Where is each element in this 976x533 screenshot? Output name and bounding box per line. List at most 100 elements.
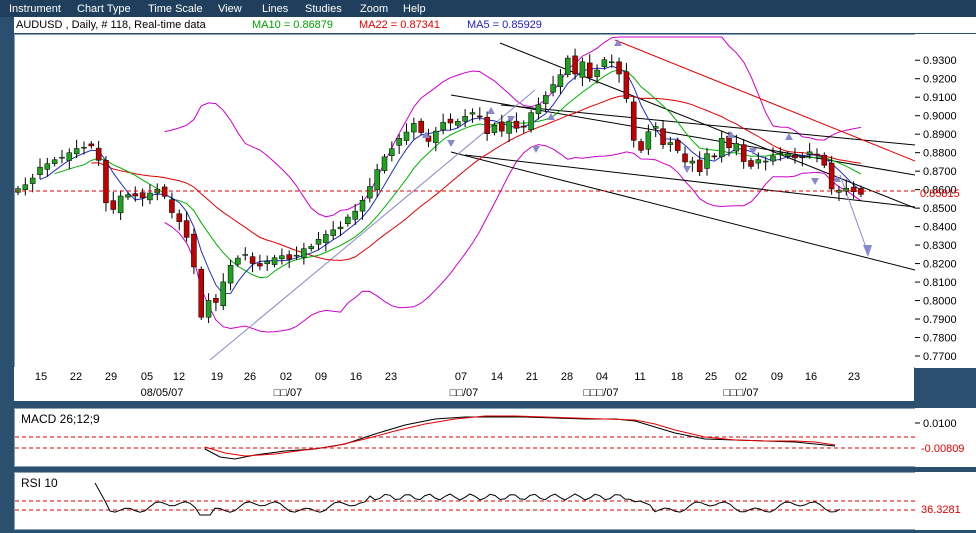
date-day-label: 09 bbox=[771, 371, 783, 383]
candle-body bbox=[367, 186, 373, 199]
moving-averages bbox=[39, 65, 862, 295]
candle-body bbox=[740, 144, 747, 162]
candle-body bbox=[37, 166, 43, 175]
candle-body bbox=[440, 122, 446, 131]
date-day-label: 05 bbox=[141, 371, 153, 383]
trendlines bbox=[209, 39, 916, 361]
rsi-chart bbox=[15, 482, 915, 516]
candle-body bbox=[748, 160, 754, 167]
date-month-label: □□□/07 bbox=[723, 387, 758, 399]
candle-body bbox=[117, 195, 124, 214]
candle-body bbox=[513, 120, 520, 129]
candle-body bbox=[198, 268, 204, 318]
date-month-label: 08/05/07 bbox=[141, 387, 184, 399]
candle-body bbox=[176, 213, 183, 222]
rsi-title: RSI 10 bbox=[21, 476, 58, 490]
date-day-label: 16 bbox=[350, 371, 362, 383]
candle-body bbox=[183, 220, 190, 238]
price-tick-label: 0.7700 bbox=[923, 351, 957, 363]
macd-panel[interactable]: MACD 26;12;9 bbox=[14, 408, 916, 467]
menu-chart-type[interactable]: Chart Type bbox=[77, 3, 131, 15]
date-day-label: 28 bbox=[561, 371, 573, 383]
candle-body bbox=[132, 193, 139, 197]
candle-body bbox=[630, 101, 637, 141]
candle-body bbox=[374, 169, 380, 191]
candle-body bbox=[308, 246, 314, 249]
date-day-label: 15 bbox=[35, 371, 47, 383]
candle-body bbox=[660, 128, 666, 145]
candle-body bbox=[396, 138, 402, 146]
price-tick-label: 0.8500 bbox=[923, 203, 957, 215]
candle-body bbox=[213, 297, 219, 303]
candle-body bbox=[191, 233, 197, 268]
candle-body bbox=[579, 61, 586, 78]
rsi-value-label: 36.3281 bbox=[921, 504, 961, 516]
ma10-line bbox=[54, 69, 862, 279]
candle-body bbox=[645, 131, 652, 150]
swing-arrow bbox=[532, 146, 540, 153]
date-day-label: 14 bbox=[491, 371, 503, 383]
menu-lines[interactable]: Lines bbox=[262, 3, 288, 15]
candle-body bbox=[147, 192, 153, 201]
date-day-label: 07 bbox=[455, 371, 467, 383]
date-day-label: 26 bbox=[244, 371, 256, 383]
menu-help[interactable]: Help bbox=[403, 3, 426, 15]
rsi-axis: 36.3281 bbox=[915, 472, 976, 530]
menu-zoom[interactable]: Zoom bbox=[360, 3, 388, 15]
candle-body bbox=[535, 104, 542, 114]
macd-axis-svg: 0.0100 -0.00809 bbox=[915, 418, 964, 455]
price-tick-label: 0.8700 bbox=[923, 166, 957, 178]
menu-view[interactable]: View bbox=[218, 3, 242, 15]
price-chart[interactable] bbox=[15, 35, 916, 367]
swing-arrow bbox=[785, 133, 793, 140]
candle-body bbox=[125, 194, 131, 198]
date-day-label: 25 bbox=[705, 371, 717, 383]
candle-body bbox=[792, 154, 798, 159]
date-day-label: 04 bbox=[596, 371, 608, 383]
swing-arrow bbox=[487, 107, 495, 114]
candle-body bbox=[528, 112, 534, 131]
candle-body bbox=[550, 84, 556, 93]
candle-body bbox=[755, 159, 762, 164]
candle-body bbox=[235, 257, 241, 265]
price-chart-panel[interactable] bbox=[14, 34, 916, 368]
macd-chart bbox=[15, 415, 915, 460]
candle-body bbox=[667, 142, 674, 145]
candle-body bbox=[249, 256, 256, 264]
candle-body bbox=[264, 260, 270, 265]
candle-body bbox=[315, 239, 322, 245]
candle-body bbox=[828, 162, 835, 190]
candle-body bbox=[711, 155, 718, 158]
candle-body bbox=[447, 118, 454, 124]
menu-instrument[interactable]: Instrument bbox=[9, 3, 61, 15]
candle-body bbox=[81, 146, 87, 149]
candle-body bbox=[491, 124, 498, 133]
candle-body bbox=[586, 62, 593, 78]
date-day-label: 29 bbox=[105, 371, 117, 383]
ma22-line bbox=[91, 95, 862, 261]
candle-body bbox=[66, 152, 73, 161]
candle-body bbox=[601, 59, 608, 68]
price-tick-label: 0.8800 bbox=[923, 148, 957, 160]
menu-studies[interactable]: Studies bbox=[305, 3, 342, 15]
rsi-panel[interactable]: RSI 10 bbox=[14, 472, 916, 530]
candle-body bbox=[806, 151, 813, 155]
date-month-label: □□□/07 bbox=[583, 387, 618, 399]
symbol-label: AUDUSD , Daily, # 118, Real-time data bbox=[16, 19, 206, 31]
candle-body bbox=[411, 123, 417, 133]
ma10-label: MA10 = 0.86879 bbox=[252, 19, 334, 31]
candle-body bbox=[73, 148, 80, 155]
candle-body bbox=[733, 143, 740, 152]
candle-body bbox=[821, 154, 828, 166]
candle-body bbox=[15, 188, 21, 193]
arrow-forecast-head bbox=[863, 245, 872, 257]
candle-body bbox=[689, 160, 696, 164]
ma22-label: MA22 = 0.87341 bbox=[359, 19, 441, 31]
date-month-label: □□/07 bbox=[274, 387, 303, 399]
candle-body bbox=[565, 57, 571, 75]
candle-body bbox=[323, 234, 329, 243]
candle-body bbox=[616, 61, 622, 75]
menu-time-scale[interactable]: Time Scale bbox=[148, 3, 203, 15]
date-day-label: 02 bbox=[735, 371, 747, 383]
candle-body bbox=[59, 156, 65, 159]
